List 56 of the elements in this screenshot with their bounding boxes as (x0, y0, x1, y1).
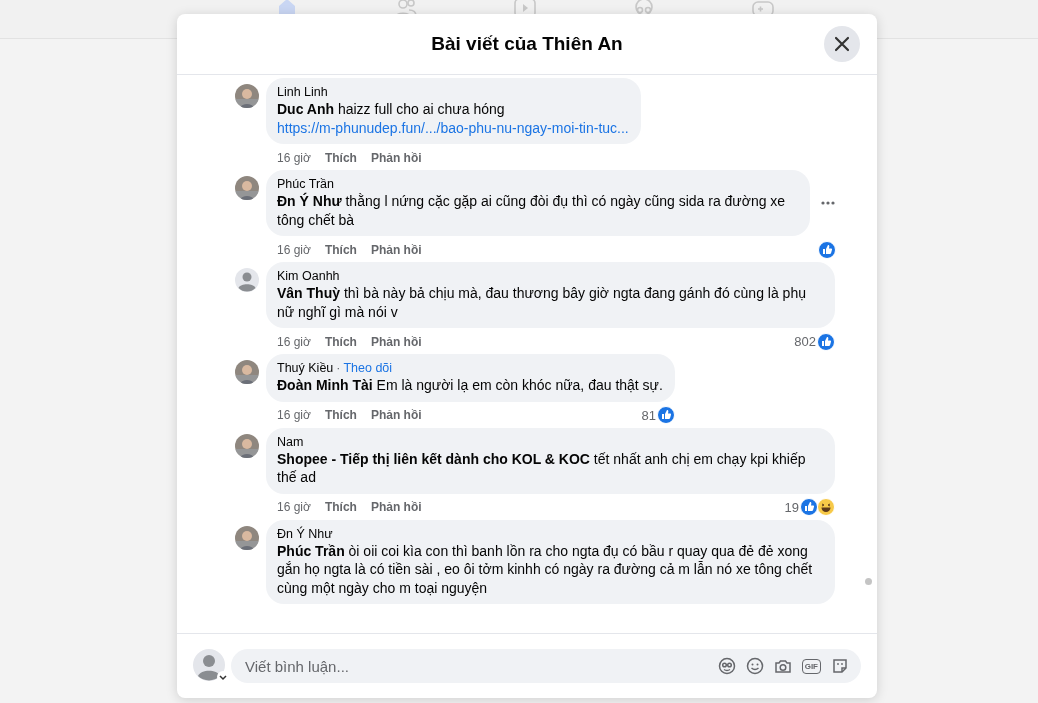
chevron-down-icon[interactable] (217, 671, 229, 683)
comment-text: Đn Ý Như thằng l nứng cặc gặp ai cũng đòi đụ thì có ngày cũng sida ra đường xe tông chết bà (277, 192, 787, 229)
timestamp: 16 giờ (277, 150, 311, 165)
timestamp: 16 giờ (277, 408, 311, 422)
author-name[interactable]: Đn Ý Như (277, 526, 333, 541)
reply-link[interactable]: Phản hồi (370, 334, 422, 349)
camera-icon[interactable] (773, 657, 792, 675)
timestamp: 16 giờ (277, 334, 311, 349)
timestamp: 16 giờ (277, 242, 311, 257)
reaction-count: 81 (641, 407, 656, 423)
close-icon (834, 36, 850, 52)
reply-link[interactable]: Phản hồi (370, 242, 422, 257)
reply-link[interactable]: Phản hồi (370, 150, 422, 165)
emoji-icon[interactable] (745, 657, 764, 675)
dialog-title: Bài viết của Thiên An (431, 33, 623, 55)
reply-link[interactable]: Phản hồi (370, 500, 422, 514)
mention-link[interactable]: Vân Thuỳ (277, 285, 340, 301)
like-reaction-icon (656, 406, 675, 424)
timestamp: 16 giờ (277, 500, 311, 514)
author-name[interactable]: Phúc Trần (277, 177, 334, 191)
author-name[interactable]: Linh Linh (277, 85, 328, 99)
author-name[interactable]: Nam (277, 434, 304, 449)
url-link[interactable]: https://m-phunudep.fun/.../bao-phu-nu-ngay-moi-tin-tuc... (277, 118, 629, 137)
follow-link[interactable]: Theo dõi (343, 361, 393, 375)
laughing-reaction-icon (817, 498, 835, 516)
mention-link[interactable]: Phúc Trần (277, 542, 345, 559)
like-link[interactable]: Thích (324, 150, 357, 165)
scrollbar-thumb[interactable] (865, 578, 872, 585)
comment-text: Shopee - Tiếp thị liên kết dành cho KOL & KOC tết nhất anh chị em chạy kpi khiếp thế ad (277, 449, 807, 487)
comment-text: Duc Anh haizz full cho ai chưa hóng (277, 100, 506, 119)
like-link[interactable]: Thích (324, 334, 357, 349)
author-name[interactable]: Kim Oanhh (277, 269, 340, 283)
reaction-count: 802 (794, 334, 816, 349)
sticker-icon[interactable] (831, 657, 849, 675)
avatar-icon[interactable] (235, 268, 259, 292)
comment-text: Phúc Trần òi oii coi kìa con thì banh lồn ra cho ngta đụ có bầu r quay qua đẻ đẻ xong gắn họ ngta là có tiền sài , eo ôi tởm kinhh có ngày ra đường cả m lẫn nó xe tông chết cùng một ngày cho m toại nguyện (277, 541, 814, 597)
comment-text: Đoàn Minh Tài Em là người lạ em còn khóc nữa, đau thật sự. (277, 376, 663, 395)
like-link[interactable]: Thích (324, 500, 357, 514)
like-link[interactable]: Thích (324, 408, 357, 422)
separator-dot: · (336, 361, 341, 375)
gif-button[interactable]: GIF (801, 658, 821, 674)
mention-link[interactable]: Đn Ý Như (277, 193, 342, 209)
comment-text: Vân Thuỳ thì bà này bả chịu mà, đau thương bây giờ ngta đang gánh đó cùng là phụ nữ nghĩ gì mà nói v (277, 284, 807, 321)
like-reaction-icon (818, 240, 836, 259)
avatar-sticker-icon[interactable] (717, 657, 736, 675)
mention-link[interactable]: Shopee - Tiếp thị liên kết dành cho KOL & KOC (277, 450, 590, 467)
mention-link[interactable]: Duc Anh (277, 101, 335, 117)
like-reaction-icon (800, 498, 818, 516)
author-name[interactable]: Thuý Kiều (277, 361, 334, 375)
reply-link[interactable]: Phản hồi (370, 408, 422, 422)
comment-field[interactable]: Viết bình luận... GIF (231, 649, 861, 683)
like-reaction-icon (817, 332, 835, 351)
mention-link[interactable]: Đoàn Minh Tài (277, 377, 373, 393)
reaction-count: 19 (784, 499, 799, 515)
like-link[interactable]: Thích (324, 242, 357, 257)
close-button[interactable] (824, 26, 860, 62)
